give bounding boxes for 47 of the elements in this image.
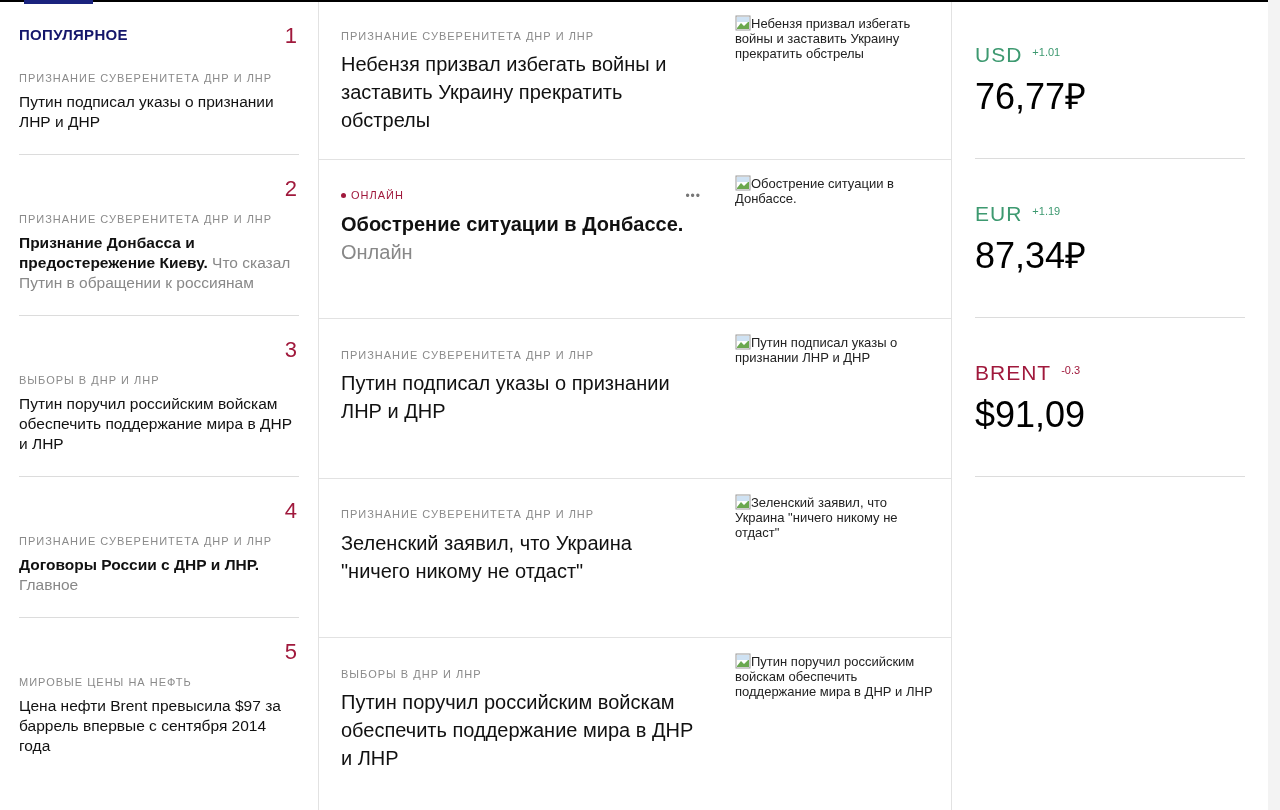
live-label: ОНЛАЙН: [341, 187, 404, 204]
headline-link[interactable]: Небензя призвал избегать войны и заставить Украину прекратить обстрелы: [341, 50, 703, 134]
rubric-link[interactable]: ПРИЗНАНИЕ СУВЕРЕНИТЕТА ДНР И ЛНР: [19, 70, 299, 86]
rank-number: 4: [284, 497, 298, 525]
rubric-link[interactable]: ВЫБОРЫ В ДНР И ЛНР: [341, 665, 482, 683]
rubric-link[interactable]: ПРИЗНАНИЕ СУВЕРЕНИТЕТА ДНР И ЛНР: [341, 346, 595, 364]
broken-image-alt: Небензя призвал избегать войны и заставить Украину прекратить обстрелы: [735, 14, 912, 63]
rubric-link[interactable]: ВЫБОРЫ В ДНР И ЛНР: [19, 372, 299, 388]
rate-value: 87,34₽: [975, 235, 1088, 277]
broken-image-alt: Зеленский заявил, что Украина "ничего никому не отдаст": [735, 492, 899, 542]
more-icon[interactable]: •••: [685, 186, 703, 205]
rubric-link[interactable]: ПРИЗНАНИЕ СУВЕРЕНИТЕТА ДНР И ЛНР: [341, 506, 595, 523]
rate-value: $91,09: [975, 394, 1087, 436]
headline-link[interactable]: Зеленский заявил, что Украина "ничего никому не отдаст": [341, 528, 703, 585]
rubric-link[interactable]: МИРОВЫЕ ЦЕНЫ НА НЕФТЬ: [19, 674, 299, 690]
rate-change: -0.3: [1061, 363, 1081, 378]
nav-indicator: [24, 0, 93, 4]
headline-link[interactable]: Признание Донбасса и предостережение Киеву. Что сказал Путин в обращении к россиянам: [19, 233, 299, 293]
broken-image-alt: Путин поручил российским войскам обеспечить поддержание мира в ДНР и ЛНР: [735, 652, 934, 701]
rank-number: 1: [284, 22, 298, 50]
headline-link[interactable]: Путин поручил российским войскам обеспечить поддержание мира в ДНР и ЛНР: [341, 688, 703, 772]
broken-image-icon: [735, 15, 751, 31]
headline-link[interactable]: Обострение ситуации в Донбассе. Онлайн: [341, 209, 703, 266]
broken-image-icon: [735, 493, 751, 510]
rubric-link[interactable]: ПРИЗНАНИЕ СУВЕРЕНИТЕТА ДНР И ЛНР: [19, 533, 299, 549]
headline-link[interactable]: Путин поручил российским войскам обеспечить поддержание мира в ДНР и ЛНР: [19, 394, 299, 454]
currency-label: USD: [975, 42, 1023, 68]
headline-link[interactable]: Путин подписал указы о признании ЛНР и ДНР: [341, 369, 703, 425]
rank-number: 2: [284, 175, 298, 203]
headline-link[interactable]: Договоры России с ДНР и ЛНР. Главное: [19, 555, 299, 595]
rate-value: 76,77₽: [975, 76, 1088, 118]
broken-image-icon: [735, 653, 751, 669]
rate-change: +1.19: [1032, 204, 1061, 219]
rubric-link[interactable]: ПРИЗНАНИЕ СУВЕРЕНИТЕТА ДНР И ЛНР: [19, 211, 299, 227]
broken-image-alt: Путин подписал указы о признании ЛНР и ДНР: [735, 333, 899, 367]
rubric-link[interactable]: ПРИЗНАНИЕ СУВЕРЕНИТЕТА ДНР И ЛНР: [341, 27, 595, 45]
currency-label: BRENT: [975, 360, 1052, 386]
rank-number: 3: [284, 336, 298, 364]
headline-link[interactable]: Цена нефти Brent превысила $97 за баррель впервые с сентября 2014 года: [19, 696, 299, 756]
headline-link[interactable]: Путин подписал указы о признании ЛНР и ДНР: [19, 92, 299, 132]
broken-image-alt: Обострение ситуации в Донбассе.: [735, 173, 895, 208]
rank-number: 5: [284, 638, 298, 666]
currency-label: EUR: [975, 201, 1023, 227]
broken-image-icon: [735, 174, 751, 191]
broken-image-icon: [735, 334, 751, 350]
rate-change: +1.01: [1032, 45, 1061, 60]
section-heading: ПОПУЛЯРНОЕ: [19, 25, 128, 45]
